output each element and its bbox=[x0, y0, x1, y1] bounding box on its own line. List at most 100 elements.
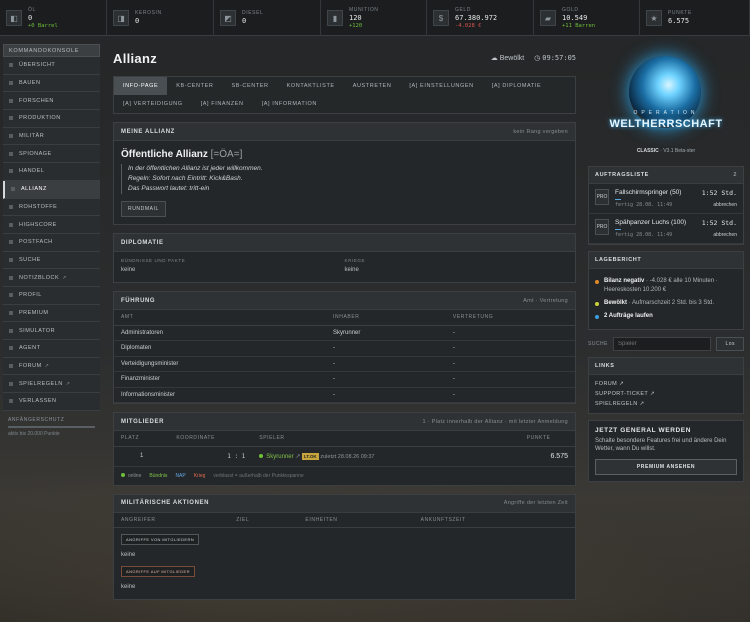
bullet-icon bbox=[11, 187, 15, 192]
page-header: Allianz ☁ Bewölkt ◷ 09:57:05 bbox=[113, 44, 576, 72]
table-row: Administratoren Skyrunner - bbox=[114, 325, 575, 341]
col-holder: Inhaber bbox=[326, 310, 446, 326]
member-player-link[interactable]: Skyrunner bbox=[266, 454, 293, 460]
bullet-icon bbox=[9, 63, 13, 68]
resource-label: Geld bbox=[455, 6, 472, 13]
bullet-icon bbox=[9, 222, 13, 227]
tab-a-verteidigung[interactable]: [A] Verteidigung bbox=[114, 95, 192, 113]
search-input[interactable] bbox=[613, 336, 712, 351]
sidebar-item-spionage[interactable]: Spionage bbox=[3, 145, 100, 164]
sidebar-item-allianz[interactable]: Allianz bbox=[3, 180, 100, 199]
search-button[interactable]: Los bbox=[716, 336, 744, 351]
report-headline: Bewölkt bbox=[604, 300, 628, 306]
tab-kb-center[interactable]: KB-Center bbox=[167, 77, 222, 95]
order-cancel-button[interactable]: abbrechen bbox=[713, 202, 737, 208]
resource-value: 10.549 bbox=[562, 13, 588, 22]
sidebar-item-label: Verlassen bbox=[19, 398, 57, 405]
tab-austreten[interactable]: Austreten bbox=[344, 77, 401, 95]
sidebar-item-label: Highscore bbox=[19, 221, 57, 228]
resource-ammo: ▮ Munition 120 +120 bbox=[321, 0, 427, 36]
bullet-icon bbox=[9, 240, 13, 245]
sidebar-item-postfach[interactable]: Postfach bbox=[3, 233, 100, 252]
deputy-cell: - bbox=[445, 371, 575, 388]
ammo-icon: ▮ bbox=[327, 10, 343, 26]
description-line: Das Passwort lautet: tritt-ein bbox=[128, 185, 210, 192]
sidebar-item-spielregeln[interactable]: Spielregeln ↗ bbox=[3, 375, 100, 394]
sidebar-header: Kommandokonsole bbox=[3, 44, 100, 57]
game-logo[interactable]: OPERATION WELTHERRSCHAFT CLASSIC · V3.1 … bbox=[588, 44, 744, 160]
order-list-panel: Auftragsliste 2 PRO Fallschirmspringer (50… bbox=[588, 166, 744, 245]
resource-label: Öl bbox=[28, 6, 36, 13]
link-item[interactable]: Forum ↗ bbox=[595, 379, 737, 389]
sidebar-item-highscore[interactable]: Highscore bbox=[3, 216, 100, 234]
legend-online: online bbox=[121, 472, 141, 479]
sidebar-item-profil[interactable]: Profil bbox=[3, 286, 100, 305]
col-deputy: Vertretung bbox=[445, 310, 575, 326]
resource-delta: +11 Barren bbox=[562, 22, 596, 29]
clock-time: 09:57:05 bbox=[542, 54, 576, 62]
bullet-icon bbox=[9, 364, 13, 369]
bullet-icon bbox=[9, 275, 13, 280]
bullet-icon bbox=[9, 310, 13, 315]
kerosene-icon: ◨ bbox=[113, 10, 129, 26]
link-item[interactable]: Spielregeln ↗ bbox=[595, 399, 737, 409]
player-search: Suche Los bbox=[588, 336, 744, 351]
diesel-icon: ◩ bbox=[220, 10, 236, 26]
link-item[interactable]: Support-Ticket ↗ bbox=[595, 389, 737, 399]
alliance-name: Öffentliche Allianz [=ÖA=] bbox=[121, 149, 568, 160]
bullet-icon bbox=[9, 328, 13, 333]
tab-kontaktliste[interactable]: Kontaktliste bbox=[278, 77, 344, 95]
attacks-from-members-button[interactable]: Angriffe von Mitgliedern bbox=[121, 534, 200, 545]
right-column: OPERATION WELTHERRSCHAFT CLASSIC · V3.1 … bbox=[588, 44, 744, 482]
sidebar-item-simulator[interactable]: Simulator bbox=[3, 322, 100, 340]
description-line: Regeln: Sofort nach Eintritt: Kick&Bash. bbox=[128, 175, 243, 182]
member-coord[interactable]: 1 : 1 bbox=[169, 446, 253, 467]
pacts-value: keine bbox=[121, 267, 136, 273]
tab-a-finanzen[interactable]: [A] Finanzen bbox=[192, 95, 253, 113]
sidebar-item-rohstoffe[interactable]: Rohstoffe bbox=[3, 198, 100, 217]
attacks-on-members-button[interactable]: Angriffe auf Mitglieder bbox=[121, 566, 195, 577]
resource-delta: -4.028 € bbox=[455, 22, 482, 29]
page-title: Allianz bbox=[113, 50, 157, 66]
resource-kerosene: ◨ Kerosin 0 bbox=[107, 0, 214, 36]
logo-brand: WELTHERRSCHAFT bbox=[609, 118, 723, 130]
sidebar-item-produktion[interactable]: Produktion bbox=[3, 110, 100, 128]
holder-cell[interactable]: Skyrunner bbox=[326, 325, 446, 341]
sidebar-item-suche[interactable]: Suche bbox=[3, 251, 100, 270]
sidebar-item-forschen[interactable]: Forschen bbox=[3, 92, 100, 111]
tab-sb-center[interactable]: SB-Center bbox=[222, 77, 277, 95]
bullet-icon bbox=[9, 169, 13, 174]
logo-operation: OPERATION bbox=[633, 110, 699, 116]
sidebar-item-label: Militär bbox=[19, 133, 45, 140]
my-alliance-title: Meine Allianz bbox=[121, 128, 175, 135]
sidebar-item-forum[interactable]: Forum ↗ bbox=[3, 357, 100, 376]
tab-a-einstellungen[interactable]: [A] Einstellungen bbox=[400, 77, 482, 95]
order-list-title: Auftragsliste bbox=[595, 172, 649, 178]
tab-a-diplomatie[interactable]: [A] Diplomatie bbox=[483, 77, 551, 95]
order-cancel-button[interactable]: abbrechen bbox=[713, 232, 737, 238]
sidebar-item-premium[interactable]: Premium bbox=[3, 304, 100, 323]
resource-value: 67.380.972 bbox=[455, 13, 498, 22]
rundmail-button[interactable]: Rundmail bbox=[121, 201, 166, 217]
premium-button[interactable]: Premium ansehen bbox=[595, 459, 737, 475]
alliance-tabs: Info-Page KB-Center SB-Center Kontaktliste A… bbox=[113, 76, 576, 114]
sidebar-item-übersicht[interactable]: Übersicht bbox=[3, 57, 100, 75]
beginner-protection: Anfängerschutz aktiv bis 20.000 Punkte bbox=[3, 414, 100, 438]
sidebar-item-bauen[interactable]: Bauen bbox=[3, 74, 100, 93]
col-target: Ziel bbox=[229, 512, 299, 528]
bullet-icon bbox=[9, 346, 13, 351]
sidebar-item-militär[interactable]: Militär bbox=[3, 127, 100, 146]
pro-badge: PRO bbox=[595, 219, 609, 235]
tab-info-page[interactable]: Info-Page bbox=[114, 77, 168, 95]
sidebar-item-handel[interactable]: Handel bbox=[3, 163, 100, 181]
col-points: Punkte bbox=[519, 431, 575, 447]
tab-a-information[interactable]: [A] Information bbox=[253, 95, 326, 113]
holder-cell: - bbox=[326, 356, 446, 372]
resource-points: ★ Punkte 6.575 bbox=[640, 0, 750, 36]
sidebar-item-agent[interactable]: Agent bbox=[3, 340, 100, 358]
sidebar-item-notizblock[interactable]: Notizblock ↗ bbox=[3, 269, 100, 287]
resource-label: Gold bbox=[562, 6, 579, 13]
resource-oil: ◧ Öl 0 +0 Barrel bbox=[0, 0, 107, 36]
sidebar-item-verlassen[interactable]: Verlassen bbox=[3, 393, 100, 411]
main-content: Allianz ☁ Bewölkt ◷ 09:57:05 Info-Page KB… bbox=[113, 44, 576, 616]
